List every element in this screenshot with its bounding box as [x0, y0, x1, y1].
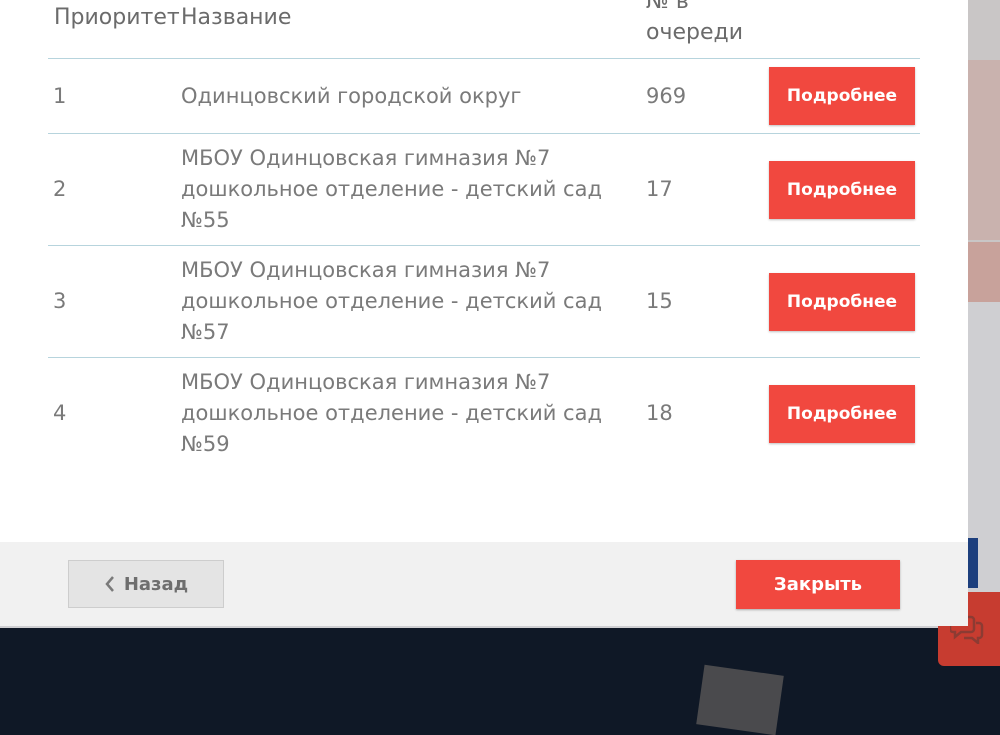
back-button-label: Назад — [123, 573, 189, 595]
table-row: 4 МБОУ Одинцовская гимназия №7 дошкольно… — [48, 358, 920, 469]
row-queue: 969 — [646, 84, 687, 108]
row-name: МБОУ Одинцовская гимназия №7 дошкольное … — [181, 370, 602, 456]
details-button[interactable]: Подробнее — [769, 161, 915, 219]
table-row: 3 МБОУ Одинцовская гимназия №7 дошкольно… — [48, 246, 920, 358]
table-row: 1 Одинцовский городской округ 969 Подроб… — [48, 59, 920, 134]
background-decoration — [696, 664, 784, 735]
table-header: Приоритет Название № в очереди — [48, 0, 920, 59]
header-queue: № в очереди — [646, 0, 744, 45]
row-priority: 3 — [53, 289, 67, 313]
row-name: МБОУ Одинцовская гимназия №7 дошкольное … — [181, 146, 602, 232]
modal-footer: Назад Закрыть — [0, 542, 968, 626]
queue-modal: Приоритет Название № в очереди 1 Одинцов… — [0, 0, 968, 626]
row-priority: 2 — [53, 177, 67, 201]
row-queue: 18 — [646, 401, 673, 425]
details-button[interactable]: Подробнее — [769, 273, 915, 331]
background-banner — [968, 60, 1000, 240]
header-name: Название — [181, 5, 292, 30]
background-footer — [0, 628, 1000, 702]
row-name: МБОУ Одинцовская гимназия №7 дошкольное … — [181, 258, 602, 344]
close-button[interactable]: Закрыть — [736, 560, 900, 609]
header-priority: Приоритет — [54, 5, 180, 30]
row-queue: 15 — [646, 289, 673, 313]
chevron-left-icon — [105, 576, 114, 592]
row-name: Одинцовский городской округ — [181, 84, 522, 108]
background-banner-accent — [968, 242, 1000, 302]
back-button[interactable]: Назад — [68, 560, 224, 608]
row-priority: 4 — [53, 401, 67, 425]
row-queue: 17 — [646, 177, 673, 201]
row-priority: 1 — [53, 84, 67, 108]
details-button[interactable]: Подробнее — [769, 67, 915, 125]
background-panel — [968, 538, 978, 588]
details-button[interactable]: Подробнее — [769, 385, 915, 443]
queue-table: Приоритет Название № в очереди 1 Одинцов… — [48, 0, 920, 469]
table-row: 2 МБОУ Одинцовская гимназия №7 дошкольно… — [48, 134, 920, 246]
